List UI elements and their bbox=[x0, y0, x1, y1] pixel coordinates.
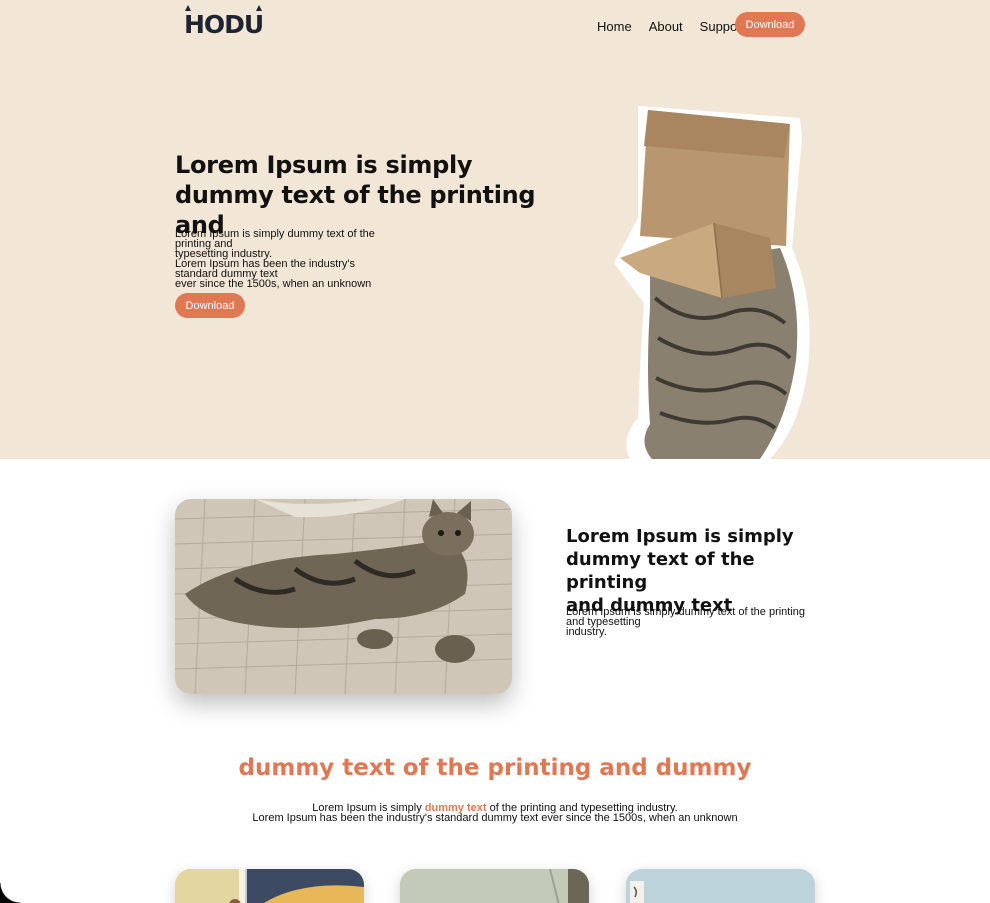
feature-title: Lorem Ipsum is simply dummy text of the … bbox=[566, 525, 806, 617]
logo-text: HODU bbox=[184, 5, 264, 39]
gallery-card[interactable] bbox=[626, 869, 815, 903]
gallery-card[interactable] bbox=[400, 869, 589, 903]
feature-title-line: Lorem Ipsum is simply bbox=[566, 526, 794, 547]
feature-desc-line: Lorem Ipsum is simply dummy text of the … bbox=[566, 606, 806, 628]
section-desc-line: Lorem Ipsum has been the industry's stan… bbox=[252, 812, 738, 824]
hero-desc-line: Lorem Ipsum has been the industry's stan… bbox=[175, 258, 356, 280]
hero-title-line: Lorem Ipsum is simply bbox=[175, 151, 473, 179]
hero-description: Lorem Ipsum is simply dummy text of the … bbox=[175, 228, 395, 290]
hero-title: Lorem Ipsum is simply dummy text of the … bbox=[175, 150, 555, 240]
card-photo-1 bbox=[175, 869, 364, 903]
nav-about-link[interactable]: About bbox=[649, 19, 683, 34]
hero-desc-line: ever since the 1500s, when an unknown bbox=[175, 278, 372, 290]
gallery-card[interactable] bbox=[175, 869, 364, 903]
card-photo-2 bbox=[400, 869, 589, 903]
hero-cat-box-image bbox=[614, 106, 810, 459]
hero-download-button[interactable]: Download bbox=[175, 293, 245, 318]
feature-description: Lorem Ipsum is simply dummy text of the … bbox=[566, 606, 806, 638]
cat-lying-image bbox=[175, 499, 512, 694]
header-download-button[interactable]: Download bbox=[735, 12, 805, 37]
logo[interactable]: HODU bbox=[184, 5, 264, 39]
feature-title-line: dummy text of the printing bbox=[566, 549, 755, 593]
window-corner bbox=[0, 883, 20, 903]
main-nav: Home About Support bbox=[597, 19, 745, 34]
section-description: Lorem Ipsum is simply dummy text of the … bbox=[0, 803, 990, 824]
card-photo-3 bbox=[626, 869, 815, 903]
hero-section: HODU Home About Support Download Lorem I… bbox=[0, 0, 990, 459]
nav-home-link[interactable]: Home bbox=[597, 19, 632, 34]
feature-desc-line: industry. bbox=[566, 626, 607, 638]
section-title: dummy text of the printing and dummy bbox=[238, 755, 752, 781]
feature-cat-photo bbox=[175, 499, 512, 694]
hero-desc-line: Lorem Ipsum is simply dummy text of the … bbox=[175, 228, 375, 250]
